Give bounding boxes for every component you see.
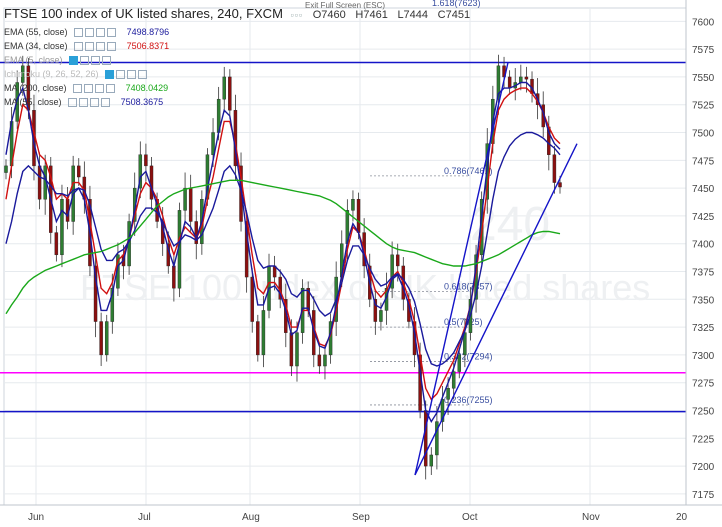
chart-title: FTSE 100 index of UK listed shares, 240,… (4, 6, 283, 21)
price-tick-label: 7425 (692, 212, 715, 223)
price-tick-label: 7400 (692, 240, 715, 251)
time-tick-label: Nov (582, 512, 600, 523)
time-tick-label: Aug (242, 512, 260, 523)
ohlc-low: L7444 (397, 9, 429, 21)
candle-body (356, 199, 361, 233)
indicator-value: 7506.8371 (126, 41, 170, 51)
indicator-tool-icons[interactable] (74, 41, 118, 52)
price-tick-label: 7325 (692, 323, 715, 334)
candle-body (4, 165, 8, 173)
price-tick-label: 7300 (692, 351, 715, 362)
candle-body (54, 232, 59, 256)
candle-body (183, 187, 187, 211)
candle-body (149, 165, 154, 200)
candle-body (524, 76, 529, 80)
indicator-tool-icons[interactable] (105, 69, 149, 80)
price-tick-label: 7250 (692, 406, 715, 417)
indicator-ichimoku[interactable]: Ichimoku (9, 26, 52, 26) (4, 69, 149, 80)
time-tick-label: 20 (676, 512, 688, 523)
indicator-label: Ichimoku (9, 26, 52, 26) (4, 69, 99, 79)
candle-body (519, 76, 523, 83)
indicator-ma-55[interactable]: MA (55, close) 7508.3675 (4, 97, 164, 108)
candle-body (379, 310, 383, 322)
candle-body (211, 132, 215, 155)
candle-body (317, 354, 322, 367)
price-axis: 7175 7200 7225 7250 7275 7300 7325 7350 7375 7400… (685, 0, 722, 527)
candle-body (552, 154, 557, 183)
candle-body (429, 454, 434, 467)
time-tick-label: Sep (352, 512, 370, 523)
indicator-tool-icons[interactable] (68, 97, 112, 108)
indicator-label: EMA (34, close) (4, 41, 68, 51)
candle-body (507, 76, 512, 89)
price-tick-label: 7200 (692, 462, 715, 473)
indicator-tool-icons[interactable] (73, 83, 117, 94)
candle-body (351, 199, 355, 211)
candle-body (451, 371, 456, 389)
candle-body (446, 388, 450, 400)
price-tick-label: 7550 (692, 73, 715, 84)
price-tick-label: 7575 (692, 45, 715, 56)
chart-window: { "header": { "title": "FTSE 100 index o… (0, 0, 722, 527)
candle-body (250, 276, 254, 322)
fib-label: 0.786(7461) (444, 166, 493, 176)
price-tick-label: 7375 (692, 268, 715, 279)
candle-body (172, 265, 176, 289)
candle-body (60, 199, 64, 256)
ohlc-high: H7461 (355, 9, 388, 21)
candle-body (423, 410, 428, 467)
candle-body (37, 165, 42, 200)
candle-body (295, 332, 299, 367)
candle-body (395, 254, 400, 267)
price-tick-label: 7475 (692, 156, 715, 167)
candle-body (558, 182, 562, 188)
candle-body (222, 76, 226, 100)
price-tick-label: 7350 (692, 295, 715, 306)
candle-body (323, 354, 327, 367)
candle-body (99, 321, 103, 356)
candle-body (144, 154, 148, 167)
indicator-tool-icons[interactable] (69, 55, 113, 66)
header-tool-icons[interactable]: ▫▫▫ (291, 10, 304, 20)
ohlc-close: C7451 (437, 9, 471, 21)
chart-header: FTSE 100 index of UK listed shares, 240,… (4, 6, 470, 21)
time-axis: Jun Jul Aug Sep Oct Nov 20 (0, 504, 722, 523)
price-tick-label: 7525 (692, 101, 715, 112)
candle-body (77, 165, 81, 178)
price-tick-label: 7275 (692, 379, 715, 390)
time-tick-label: Jul (138, 512, 151, 523)
candle-body (457, 354, 461, 372)
indicator-ema-55[interactable]: EMA (55, close) 7498.8796 (4, 27, 170, 38)
price-tick-label: 7600 (692, 17, 715, 28)
indicator-value: 7498.8796 (126, 27, 170, 37)
candle-body (289, 332, 294, 367)
indicator-ema-34[interactable]: EMA (34, close) 7506.8371 (4, 41, 170, 52)
watermark-text: FTSE 100 index of UK listed shares (80, 267, 650, 308)
indicator-value: 7408.0429 (125, 83, 169, 93)
indicator-ma-200[interactable]: MA (200, close) 7408.0429 (4, 83, 169, 94)
time-tick-label: Jun (28, 512, 44, 523)
indicator-tool-icons[interactable] (74, 27, 118, 38)
candle-body (188, 187, 193, 222)
indicator-value: 7508.3675 (120, 97, 164, 107)
price-tick-label: 7450 (692, 184, 715, 195)
price-tick-label: 7175 (692, 490, 715, 501)
candle-body (228, 76, 232, 111)
indicator-label: MA (200, close) (4, 83, 67, 93)
price-tick-label: 7225 (692, 434, 715, 445)
indicator-label: MA (55, close) (4, 97, 62, 107)
ohlc-open: O7460 (312, 9, 346, 21)
candle-body (261, 310, 266, 356)
indicator-label: EMA (5, close) (4, 55, 63, 65)
trendline-upper (414, 143, 578, 476)
time-tick-label: Oct (462, 512, 478, 523)
price-tick-label: 7500 (692, 129, 715, 140)
fib-label: 0.618(7357) (444, 282, 493, 292)
indicator-ema-5[interactable]: EMA (5, close) (4, 55, 113, 66)
indicator-label: EMA (55, close) (4, 27, 68, 37)
candle-body (105, 321, 109, 356)
candle-body (256, 321, 260, 356)
